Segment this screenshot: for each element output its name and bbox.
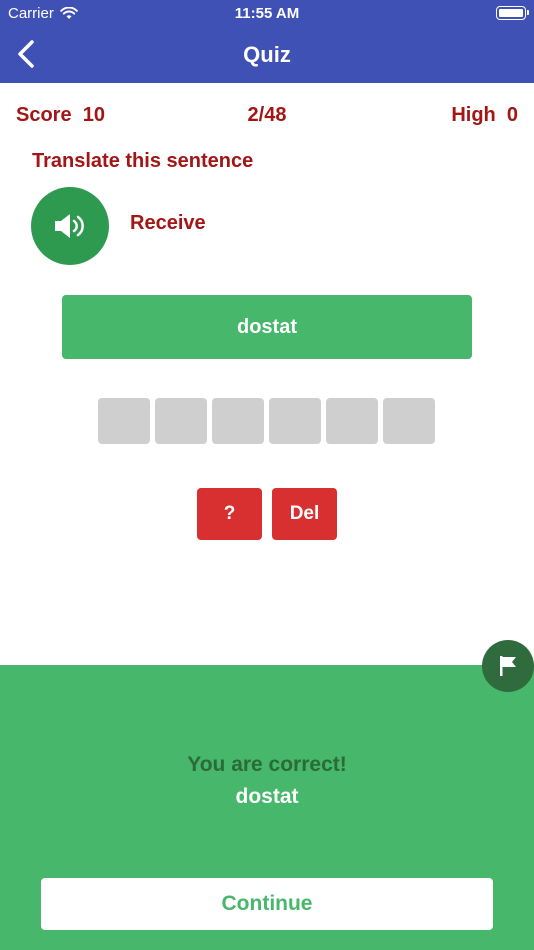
letter-slot[interactable]	[383, 398, 435, 444]
instruction-text: Translate this sentence	[32, 150, 254, 172]
letter-slot[interactable]	[98, 398, 150, 444]
delete-button[interactable]: Del	[272, 488, 337, 540]
letter-slot[interactable]	[269, 398, 321, 444]
hint-button-label: ?	[223, 503, 236, 524]
result-message: You are correct!	[187, 753, 347, 776]
page-title: Quiz	[243, 42, 291, 67]
delete-button-label: Del	[289, 503, 320, 524]
score-row: Score 10 2/48 High 0	[0, 104, 534, 130]
result-word: dostat	[235, 785, 299, 808]
letter-slots	[98, 398, 435, 444]
answer-text: dostat	[237, 315, 297, 338]
continue-button-label: Continue	[221, 892, 313, 915]
high-score-label: High 0	[451, 104, 518, 126]
play-audio-button[interactable]	[31, 187, 109, 265]
status-time: 11:55 AM	[234, 5, 300, 22]
letter-slot[interactable]	[326, 398, 378, 444]
hint-button[interactable]: ?	[197, 488, 262, 540]
continue-button[interactable]: Continue	[41, 878, 493, 930]
status-bar: Carrier 11:55 AM	[0, 0, 534, 26]
letter-slot[interactable]	[155, 398, 207, 444]
battery-icon	[496, 6, 529, 20]
source-word: Receive	[130, 212, 206, 234]
letter-slot[interactable]	[212, 398, 264, 444]
nav-bar: Quiz	[0, 26, 534, 83]
report-flag-button[interactable]	[482, 640, 534, 692]
answer-display: dostat	[62, 295, 472, 359]
flag-icon	[500, 656, 516, 676]
speaker-icon	[55, 214, 84, 238]
